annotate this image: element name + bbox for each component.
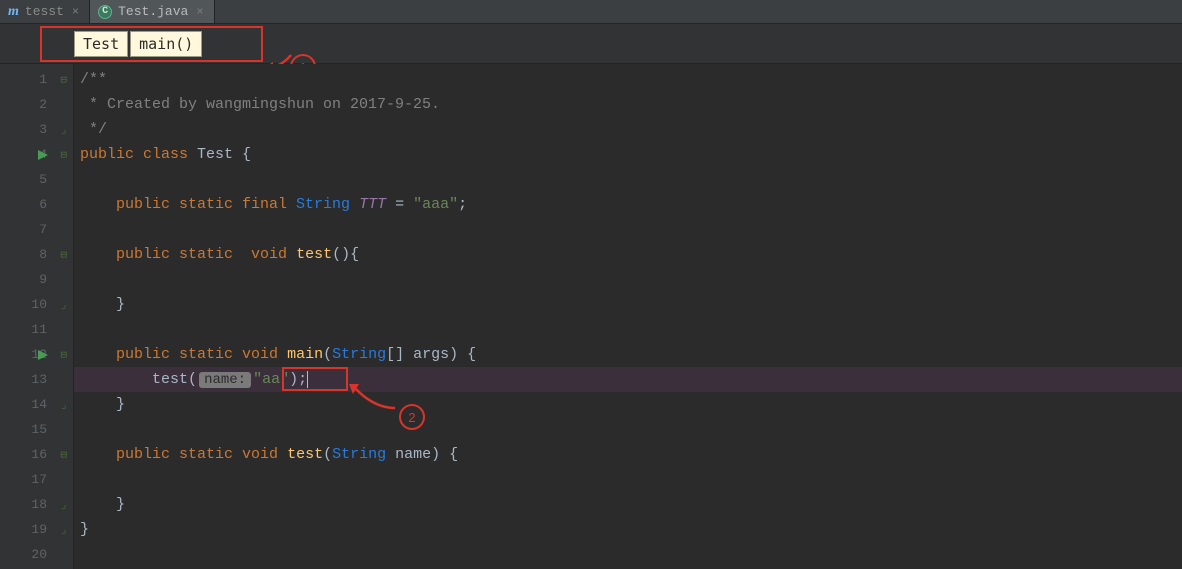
annotation-badge-2: 2 xyxy=(399,404,425,430)
line-number: 3 xyxy=(39,122,47,137)
text-caret xyxy=(307,371,308,388)
breadcrumb-bar: Test main() 1 xyxy=(0,24,1182,64)
fold-end-icon: ⌟ xyxy=(60,123,67,137)
code-line[interactable]: public static void test(String name) { xyxy=(74,442,1182,467)
tab-label: Test.java xyxy=(118,4,188,19)
code-line[interactable] xyxy=(74,167,1182,192)
line-number: 8 xyxy=(39,247,47,262)
fold-minus-icon[interactable]: ⊟ xyxy=(60,248,67,262)
breadcrumb-method[interactable]: main() xyxy=(130,31,202,57)
breadcrumb-class[interactable]: Test xyxy=(74,31,128,57)
code-line[interactable]: } xyxy=(74,392,1182,417)
code-line[interactable]: } xyxy=(74,517,1182,542)
run-icon[interactable] xyxy=(37,149,49,161)
line-number: 18 xyxy=(31,497,47,512)
fold-end-icon: ⌟ xyxy=(60,523,67,537)
tab-tesst[interactable]: m tesst × xyxy=(0,0,90,23)
fold-end-icon: ⌟ xyxy=(60,498,67,512)
line-number: 15 xyxy=(31,422,47,437)
line-number: 13 xyxy=(31,372,47,387)
run-icon[interactable] xyxy=(37,349,49,361)
fold-minus-icon[interactable]: ⊟ xyxy=(60,148,67,162)
line-number: 19 xyxy=(31,522,47,537)
tab-label: tesst xyxy=(25,4,64,19)
code-line[interactable]: /** xyxy=(74,67,1182,92)
code-line[interactable]: } xyxy=(74,492,1182,517)
close-icon[interactable]: × xyxy=(194,5,205,19)
code-line[interactable]: * Created by wangmingshun on 2017-9-25. xyxy=(74,92,1182,117)
line-number: 10 xyxy=(31,297,47,312)
code-line[interactable]: */ xyxy=(74,117,1182,142)
code-line[interactable] xyxy=(74,317,1182,342)
code-line[interactable]: public static final String TTT = "aaa"; xyxy=(74,192,1182,217)
line-number: 7 xyxy=(39,222,47,237)
line-number: 2 xyxy=(39,97,47,112)
code-line[interactable]: } xyxy=(74,292,1182,317)
annotation-arrow-2 xyxy=(349,384,403,414)
gutter: 1⊟ 2 3⌟ 4 ⊟ 5 6 7 8⊟ 9 10⌟ 11 12 ⊟ 13 14… xyxy=(0,64,74,569)
line-number: 5 xyxy=(39,172,47,187)
fold-end-icon: ⌟ xyxy=(60,298,67,312)
code-line[interactable] xyxy=(74,267,1182,292)
line-number: 17 xyxy=(31,472,47,487)
line-number: 6 xyxy=(39,197,47,212)
line-number: 14 xyxy=(31,397,47,412)
line-number: 11 xyxy=(31,322,47,337)
code-line[interactable] xyxy=(74,467,1182,492)
fold-minus-icon[interactable]: ⊟ xyxy=(60,73,67,87)
close-icon[interactable]: × xyxy=(70,5,81,19)
editor-tabs: m tesst × C Test.java × xyxy=(0,0,1182,24)
code-area[interactable]: /** * Created by wangmingshun on 2017-9-… xyxy=(74,64,1182,569)
code-line[interactable] xyxy=(74,217,1182,242)
code-line[interactable]: public static void test(){ xyxy=(74,242,1182,267)
line-number: 9 xyxy=(39,272,47,287)
code-line-current[interactable]: test(name:"aa"); xyxy=(74,367,1182,392)
class-icon: C xyxy=(98,5,112,19)
fold-minus-icon[interactable]: ⊟ xyxy=(60,448,67,462)
line-number: 1 xyxy=(39,72,47,87)
code-line[interactable] xyxy=(74,417,1182,442)
code-line[interactable]: public class Test { xyxy=(74,142,1182,167)
manifest-icon: m xyxy=(8,4,19,20)
code-line[interactable]: public static void main(String[] args) { xyxy=(74,342,1182,367)
line-number: 20 xyxy=(31,547,47,562)
code-editor[interactable]: 1⊟ 2 3⌟ 4 ⊟ 5 6 7 8⊟ 9 10⌟ 11 12 ⊟ 13 14… xyxy=(0,64,1182,569)
fold-end-icon: ⌟ xyxy=(60,398,67,412)
code-line[interactable] xyxy=(74,542,1182,567)
tab-test-java[interactable]: C Test.java × xyxy=(90,0,214,23)
line-number: 16 xyxy=(31,447,47,462)
param-hint: name: xyxy=(199,372,251,388)
fold-minus-icon[interactable]: ⊟ xyxy=(60,348,67,362)
